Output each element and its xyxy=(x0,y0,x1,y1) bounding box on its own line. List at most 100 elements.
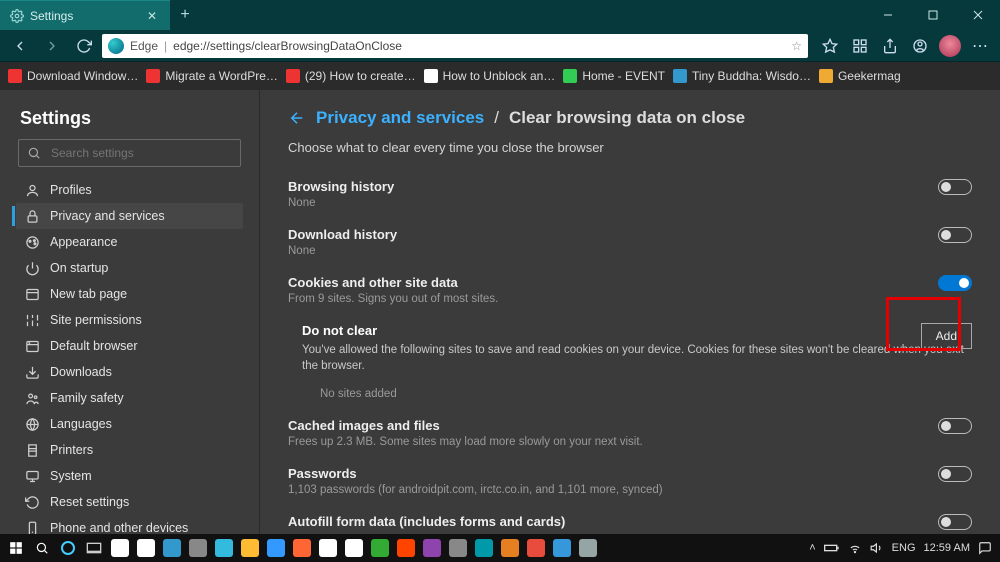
forward-button[interactable] xyxy=(38,32,66,60)
back-button[interactable] xyxy=(6,32,34,60)
bookmark-item[interactable]: Geekermag xyxy=(819,69,901,83)
breadcrumb-back-icon[interactable] xyxy=(288,109,306,127)
window-titlebar: Settings ✕ + xyxy=(0,0,1000,30)
bookmark-item[interactable]: Tiny Buddha: Wisdo… xyxy=(673,69,811,83)
toggle-download-history[interactable] xyxy=(938,227,972,243)
taskbar-app[interactable] xyxy=(316,536,340,560)
address-app-label: Edge xyxy=(130,39,158,53)
tray-notifications-icon[interactable] xyxy=(978,541,992,555)
toggle-browsing-history[interactable] xyxy=(938,179,972,195)
taskbar-app[interactable] xyxy=(420,536,444,560)
tab-close-button[interactable]: ✕ xyxy=(144,8,160,24)
browser-tab[interactable]: Settings ✕ xyxy=(0,0,170,30)
taskbar-app[interactable] xyxy=(576,536,600,560)
taskbar-app[interactable] xyxy=(394,536,418,560)
sidebar-item-label: On startup xyxy=(50,261,108,275)
favorite-icon[interactable]: ☆ xyxy=(791,39,802,53)
sidebar-item[interactable]: New tab page xyxy=(16,281,243,307)
bookmark-item[interactable]: Download Window… xyxy=(8,69,138,83)
taskbar-app[interactable] xyxy=(524,536,548,560)
sidebar-item[interactable]: Family safety xyxy=(16,385,243,411)
taskbar-app[interactable] xyxy=(264,536,288,560)
tray-language[interactable]: ENG xyxy=(892,542,916,554)
taskbar-app[interactable] xyxy=(108,536,132,560)
sidebar-item[interactable]: Phone and other devices xyxy=(16,515,243,534)
printer-icon xyxy=(24,442,40,458)
sidebar-item[interactable]: System xyxy=(16,463,243,489)
sidebar-item[interactable]: Default browser xyxy=(16,333,243,359)
sidebar-item[interactable]: Reset settings xyxy=(16,489,243,515)
minimize-button[interactable] xyxy=(865,0,910,30)
tray-up-icon[interactable]: ˄ xyxy=(809,542,815,554)
sidebar-item[interactable]: On startup xyxy=(16,255,243,281)
tray-wifi-icon[interactable] xyxy=(848,541,862,555)
bookmark-item[interactable]: How to Unblock an… xyxy=(424,69,556,83)
sidebar-item-label: Profiles xyxy=(50,183,92,197)
toggle-cached[interactable] xyxy=(938,418,972,434)
bookmark-item[interactable]: Home - EVENT xyxy=(563,69,665,83)
add-button[interactable]: Add xyxy=(921,323,972,349)
sidebar-item[interactable]: Appearance xyxy=(16,229,243,255)
address-bar[interactable]: Edge | edge://settings/clearBrowsingData… xyxy=(102,34,808,58)
extensions-button[interactable] xyxy=(906,32,934,60)
taskview-button[interactable] xyxy=(82,536,106,560)
new-tab-button[interactable]: + xyxy=(170,0,200,30)
favicon xyxy=(286,69,300,83)
bookmark-item[interactable]: (29) How to create… xyxy=(286,69,416,83)
tray-clock[interactable]: 12:59 AM xyxy=(924,542,970,554)
taskbar-app[interactable] xyxy=(368,536,392,560)
sidebar-item[interactable]: Languages xyxy=(16,411,243,437)
sidebar-search[interactable] xyxy=(18,139,241,167)
close-button[interactable] xyxy=(955,0,1000,30)
power-icon xyxy=(24,260,40,276)
search-button[interactable] xyxy=(30,536,54,560)
collections-button[interactable] xyxy=(846,32,874,60)
breadcrumb-parent[interactable]: Privacy and services xyxy=(316,108,484,128)
taskbar-app[interactable] xyxy=(342,536,366,560)
setting-download-history: Download history None xyxy=(288,221,972,269)
sidebar-item[interactable]: Profiles xyxy=(16,177,243,203)
taskbar-app[interactable] xyxy=(290,536,314,560)
taskbar-app[interactable] xyxy=(134,536,158,560)
cortana-button[interactable] xyxy=(56,536,80,560)
taskbar-app[interactable] xyxy=(472,536,496,560)
profile-button[interactable] xyxy=(936,32,964,60)
toggle-passwords[interactable] xyxy=(938,466,972,482)
bookmark-item[interactable]: Migrate a WordPre… xyxy=(146,69,277,83)
browser-toolbar: Edge | edge://settings/clearBrowsingData… xyxy=(0,30,1000,62)
favorites-button[interactable] xyxy=(816,32,844,60)
tray-sound-icon[interactable] xyxy=(870,541,884,555)
taskbar-app[interactable] xyxy=(498,536,522,560)
sidebar-item[interactable]: Privacy and services xyxy=(16,203,243,229)
sidebar-item-label: Reset settings xyxy=(50,495,129,509)
taskbar-app[interactable] xyxy=(238,536,262,560)
favicon xyxy=(146,69,160,83)
maximize-button[interactable] xyxy=(910,0,955,30)
tab-icon xyxy=(24,286,40,302)
taskbar-app[interactable] xyxy=(446,536,470,560)
sidebar-item-label: Languages xyxy=(50,417,112,431)
edge-icon xyxy=(108,38,124,54)
taskbar-app[interactable] xyxy=(212,536,236,560)
sidebar-item[interactable]: Downloads xyxy=(16,359,243,385)
taskbar-app[interactable] xyxy=(186,536,210,560)
browser-icon xyxy=(24,338,40,354)
tray-battery-icon[interactable] xyxy=(824,543,840,553)
toggle-cookies[interactable] xyxy=(938,275,972,291)
taskbar-app[interactable] xyxy=(550,536,574,560)
family-icon xyxy=(24,390,40,406)
taskbar-app[interactable] xyxy=(160,536,184,560)
start-button[interactable] xyxy=(4,536,28,560)
sidebar-item-label: Printers xyxy=(50,443,93,457)
share-button[interactable] xyxy=(876,32,904,60)
toggle-autofill[interactable] xyxy=(938,514,972,530)
refresh-button[interactable] xyxy=(70,32,98,60)
sidebar-item[interactable]: Printers xyxy=(16,437,243,463)
favicon xyxy=(8,69,22,83)
menu-button[interactable]: ⋯ xyxy=(966,32,994,60)
sidebar-item-label: New tab page xyxy=(50,287,127,301)
sidebar-search-input[interactable] xyxy=(49,145,232,161)
setting-autofill: Autofill form data (includes forms and c… xyxy=(288,508,972,534)
download-icon xyxy=(24,364,40,380)
sidebar-item[interactable]: Site permissions xyxy=(16,307,243,333)
